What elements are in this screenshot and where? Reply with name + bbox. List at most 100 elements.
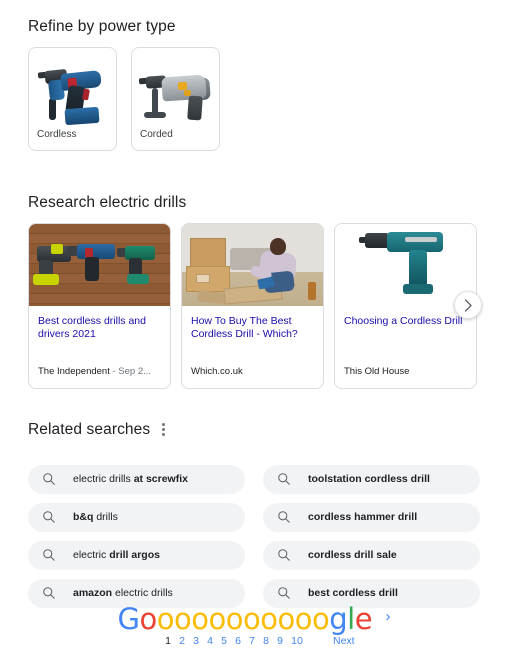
pill-bold: at screwfix	[133, 473, 188, 486]
page-number-link[interactable]: 10	[287, 635, 307, 647]
refine-card-label: Corded	[140, 129, 173, 140]
magnifying-glass-icon	[278, 511, 290, 523]
magnifying-glass-icon	[43, 473, 55, 485]
refine-card-corded[interactable]: Corded	[131, 47, 220, 151]
related-search-text: toolstation cordless drill	[308, 472, 430, 486]
pill-bold: best cordless drill	[308, 587, 398, 600]
page-number-list: 1 2 3 4 5 6 7 8 9 10 Next	[0, 635, 508, 647]
research-carousel-track: Best cordless drills and drivers 2021 Th…	[28, 223, 480, 389]
research-section-heading: Research electric drills	[28, 194, 187, 211]
magnifying-glass-icon	[43, 549, 55, 561]
page-number-link[interactable]: 6	[231, 635, 245, 647]
page-number-link[interactable]: 8	[259, 635, 273, 647]
related-search-text: electric drill argos	[73, 548, 160, 562]
related-search-text: amazon electric drills	[73, 586, 173, 600]
related-searches-heading: Related searches	[28, 420, 151, 438]
chevron-right-icon[interactable]: ›	[386, 608, 391, 625]
refine-cards-row: Cordless Corded	[28, 47, 480, 151]
chevron-right-icon	[464, 298, 472, 312]
page-number-link[interactable]: 4	[203, 635, 217, 647]
related-search-pill[interactable]: cordless hammer drill	[263, 502, 480, 532]
pill-bold: cordless drill sale	[308, 549, 397, 562]
magnifying-glass-icon	[278, 473, 290, 485]
carousel-next-button[interactable]	[454, 291, 482, 319]
related-search-text: electric drills at screwfix	[73, 472, 188, 486]
research-card-source: The Independent - Sep 2...	[29, 366, 170, 388]
logo-letter: o	[139, 602, 157, 636]
pill-bold: b&q	[73, 511, 94, 524]
refine-by-power-type-section: Refine by power type Cordless Corded	[28, 18, 480, 151]
logo-letter: l	[347, 602, 355, 636]
logo-letter: o	[173, 602, 192, 636]
related-search-text: best cordless drill	[308, 586, 398, 600]
related-searches-section: Related searches electric drills at scre…	[28, 408, 480, 608]
research-card-title[interactable]: Best cordless drills and drivers 2021	[29, 306, 170, 366]
related-search-text: cordless drill sale	[308, 548, 397, 562]
logo-letter: g	[329, 602, 348, 636]
page-number-link[interactable]: 7	[245, 635, 259, 647]
logo-letter: o	[277, 602, 295, 636]
logo-letter: o	[242, 602, 261, 636]
magnifying-glass-icon	[43, 511, 55, 523]
pill-bold: drill argos	[109, 549, 160, 562]
corded-drill-image	[138, 54, 213, 129]
page-number-link[interactable]: 3	[189, 635, 203, 647]
research-card-image	[335, 224, 476, 306]
refine-card-label: Cordless	[37, 129, 77, 140]
research-carousel: Best cordless drills and drivers 2021 Th…	[28, 223, 482, 389]
pill-bold: toolstation cordless drill	[308, 473, 430, 486]
refine-card-cordless[interactable]: Cordless	[28, 47, 117, 151]
next-page-link[interactable]: Next	[333, 635, 355, 647]
search-results-page: Refine by power type Cordless Corded Res…	[0, 0, 508, 666]
pill-bold: cordless hammer drill	[308, 511, 418, 524]
research-card-image	[182, 224, 323, 306]
logo-letter: o	[311, 602, 330, 636]
pagination-footer: Gooooooooooogle › 1 2 3 4 5 6 7 8 9 10 Next	[0, 604, 508, 647]
logo-letter: o	[260, 602, 278, 636]
page-number-link[interactable]: 5	[217, 635, 231, 647]
magnifying-glass-icon	[278, 587, 290, 599]
related-searches-grid: electric drills at screwfix toolstation …	[28, 464, 480, 608]
related-search-text: cordless hammer drill	[308, 510, 417, 524]
source-name: Which.co.uk	[191, 366, 243, 377]
source-name: The Independent	[38, 366, 110, 377]
google-pagination-logo: Gooooooooooogle	[117, 604, 372, 634]
logo-letter: o	[294, 602, 313, 636]
related-search-pill[interactable]: electric drills at screwfix	[28, 464, 245, 494]
logo-letter: o	[156, 602, 175, 636]
related-search-pill[interactable]: toolstation cordless drill	[263, 464, 480, 494]
research-card-title[interactable]: How To Buy The Best Cordless Drill - Whi…	[182, 306, 323, 366]
related-search-text: b&q drills	[73, 510, 118, 524]
logo-letter: o	[225, 602, 244, 636]
pill-bold: amazon	[73, 587, 113, 600]
pill-plain-prefix: electric drills	[73, 473, 134, 486]
source-date: - Sep 2...	[112, 366, 152, 377]
related-search-pill[interactable]: b&q drills	[28, 502, 245, 532]
more-options-vertical-dots-icon[interactable]	[160, 421, 167, 438]
pagination-logo-row: Gooooooooooogle ›	[0, 604, 508, 634]
source-name: This Old House	[344, 366, 410, 377]
page-number-link[interactable]: 2	[175, 635, 189, 647]
logo-letter: G	[117, 602, 140, 636]
cordless-drill-image	[35, 54, 110, 129]
logo-letter: e	[354, 602, 373, 636]
research-card[interactable]: How To Buy The Best Cordless Drill - Whi…	[181, 223, 324, 389]
pill-plain-prefix: electric	[73, 549, 110, 562]
related-search-pill[interactable]: cordless drill sale	[263, 540, 480, 570]
page-number-current: 1	[165, 635, 171, 647]
research-section: Research electric drills Best cordless d…	[28, 194, 482, 389]
research-card-title[interactable]: Choosing a Cordless Drill	[335, 306, 476, 366]
logo-letter: o	[208, 602, 226, 636]
refine-section-heading: Refine by power type	[28, 18, 176, 35]
research-card-image	[29, 224, 170, 306]
magnifying-glass-icon	[43, 587, 55, 599]
pill-plain-suffix: electric drills	[112, 587, 173, 600]
research-card-source: This Old House	[335, 366, 476, 388]
page-number-link[interactable]: 9	[273, 635, 287, 647]
logo-letter: o	[191, 602, 209, 636]
related-search-pill[interactable]: electric drill argos	[28, 540, 245, 570]
related-heading-row: Related searches	[28, 408, 480, 452]
magnifying-glass-icon	[278, 549, 290, 561]
research-card[interactable]: Best cordless drills and drivers 2021 Th…	[28, 223, 171, 389]
research-card-source: Which.co.uk	[182, 366, 323, 388]
